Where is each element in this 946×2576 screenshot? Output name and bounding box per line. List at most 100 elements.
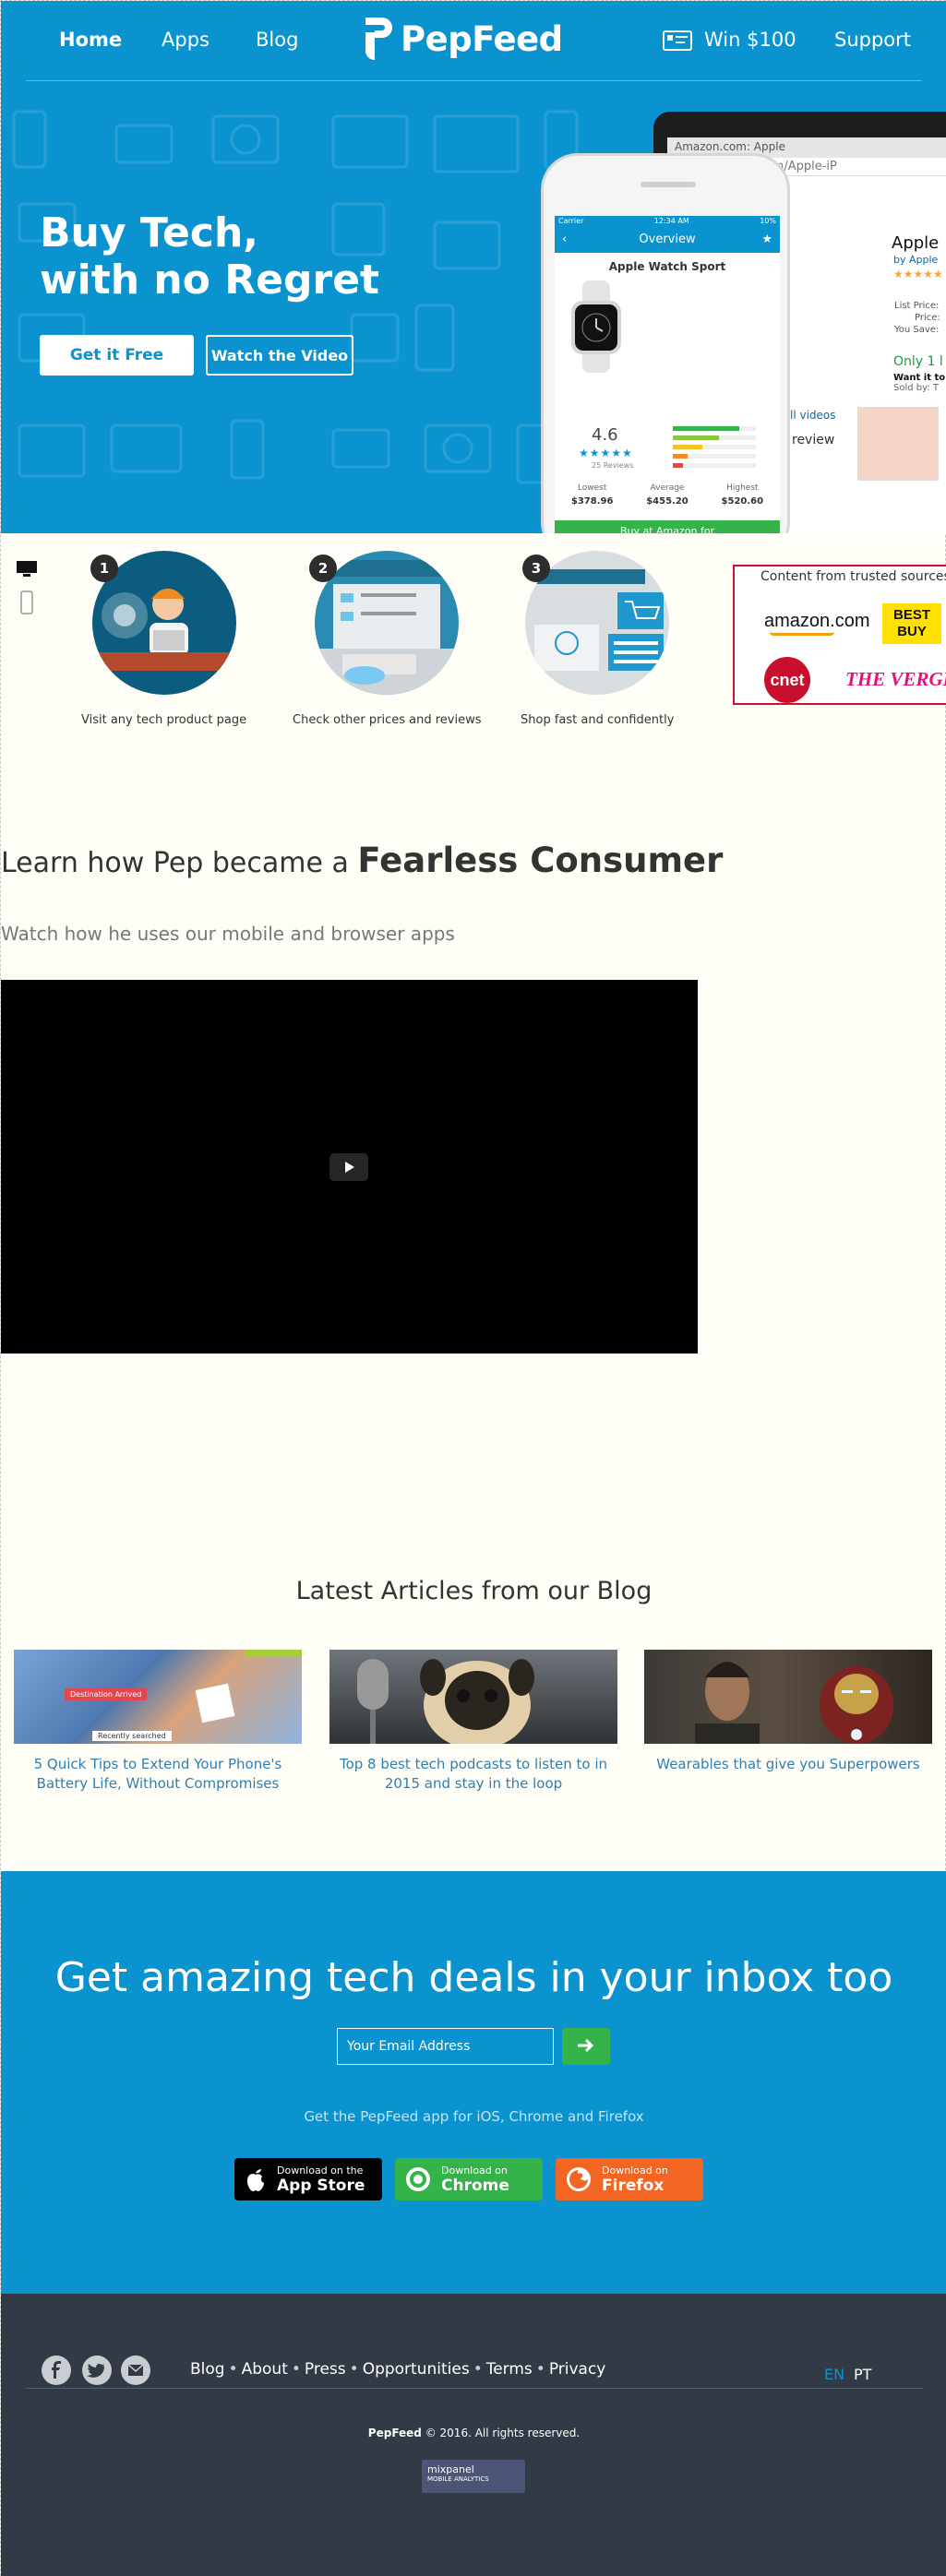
- bestbuy-logo: BEST BUY: [882, 603, 941, 644]
- mixpanel-name: mixpanel: [427, 2463, 474, 2475]
- amazon-logo: amazon.com: [764, 611, 870, 636]
- pug-with-microphone-image: [357, 1659, 534, 1744]
- step-1-label: Visit any tech product page: [81, 713, 247, 727]
- amazon-review-text: review: [792, 433, 835, 447]
- phone-price-columns: Lowest $378.96 Average $455.20 Highest $520…: [555, 483, 780, 507]
- nav-apps-link[interactable]: Apps: [162, 29, 210, 51]
- chrome-store-large: Chrome: [441, 2176, 509, 2195]
- chrome-icon: [406, 2167, 430, 2191]
- footer-blog-link[interactable]: Blog: [190, 2360, 225, 2379]
- footer-privacy-link[interactable]: Privacy: [549, 2360, 606, 2379]
- watch-video-button[interactable]: Watch the Video: [206, 335, 353, 376]
- play-button[interactable]: [329, 1153, 368, 1181]
- newsletter-section: Get amazing tech deals in your inbox too…: [1, 1871, 946, 2294]
- amazon-price-labels: List Price: Price: You Save:: [894, 300, 940, 336]
- phone-time: 12:34 AM: [653, 217, 689, 225]
- email-icon[interactable]: [121, 2355, 150, 2385]
- learn-heading: Learn how Pep became a Fearless Consumer: [1, 841, 723, 880]
- amazon-sold-by: Sold by: T: [893, 383, 939, 393]
- blog-article-1[interactable]: Destination Arrived Recently searched 5 …: [14, 1650, 302, 1794]
- cnet-logo: cnet: [764, 657, 810, 703]
- app-store-button[interactable]: Download on the App Store: [234, 2158, 382, 2200]
- rating-bar-5: [673, 426, 756, 431]
- arrow-right-icon: [578, 2038, 594, 2052]
- article-2-caption[interactable]: Top 8 best tech podcasts to listen to in…: [329, 1755, 617, 1794]
- app-store-large: App Store: [277, 2176, 365, 2195]
- amazon-want: Want it to Sold by: T: [893, 373, 945, 393]
- video-player[interactable]: [1, 980, 698, 1354]
- article-2-image[interactable]: [329, 1650, 617, 1744]
- pepfeed-logo[interactable]: PepFeed: [362, 16, 563, 62]
- firefox-icon: [567, 2167, 591, 2191]
- nav-support-link[interactable]: Support: [834, 29, 911, 51]
- article-1-caption[interactable]: 5 Quick Tips to Extend Your Phone's Batt…: [14, 1755, 302, 1794]
- nav-home-link[interactable]: Home: [59, 29, 122, 51]
- amazon-by: by Apple: [893, 254, 939, 266]
- mobile-icon[interactable]: [16, 590, 38, 617]
- star-icon: ★: [761, 233, 772, 246]
- blog-heading: Latest Articles from our Blog: [295, 1577, 653, 1605]
- footer: Blog • About • Press • Opportunities • Terms • Pri…: [1, 2294, 946, 2576]
- phone-header: ‹ Overview ★: [555, 227, 780, 253]
- article-3-caption[interactable]: Wearables that give you Superpowers: [644, 1755, 932, 1774]
- firefox-store-button[interactable]: Download on Firefox: [556, 2158, 703, 2200]
- pepfeed-logo-icon: [365, 18, 392, 60]
- lang-en-link[interactable]: EN: [824, 2366, 844, 2383]
- top-nav: Home Apps Blog PepFeed Win $100 Support: [26, 1, 922, 81]
- footer-terms-link[interactable]: Terms: [486, 2360, 533, 2379]
- article-1-image[interactable]: Destination Arrived Recently searched: [14, 1650, 302, 1744]
- copyright-text: © 2016. All rights reserved.: [421, 2427, 581, 2439]
- article-3-image[interactable]: [644, 1650, 932, 1744]
- footer-divider: [26, 2388, 923, 2389]
- blog-article-3[interactable]: Wearables that give you Superpowers: [644, 1650, 932, 1774]
- learn-heading-bold: Fearless Consumer: [357, 841, 724, 880]
- amazon-smile-icon: [770, 632, 834, 636]
- article-1-card: [195, 1683, 235, 1723]
- facebook-icon[interactable]: [42, 2355, 71, 2385]
- twitter-icon[interactable]: [82, 2355, 112, 2385]
- phone-carrier: Carrier: [558, 217, 584, 225]
- desktop-icon[interactable]: [16, 560, 38, 578]
- ticket-icon: [663, 30, 692, 51]
- footer-press-link[interactable]: Press: [305, 2360, 346, 2379]
- step-3-label: Shop fast and confidently: [521, 713, 675, 727]
- subscribe-button[interactable]: [562, 2028, 610, 2065]
- brand-name: PepFeed: [401, 18, 563, 59]
- nav-blog-link[interactable]: Blog: [256, 29, 298, 51]
- mixpanel-badge[interactable]: mixpanel MOBILE ANALYTICS: [422, 2460, 525, 2493]
- browser-compare-image: [315, 560, 460, 695]
- step-1-number: 1: [90, 555, 118, 582]
- chrome-store-button[interactable]: Download on Chrome: [395, 2158, 543, 2200]
- email-input[interactable]: [337, 2028, 554, 2065]
- amazon-product-title: Apple: [892, 233, 940, 253]
- amazon-want-text: Want it to: [893, 373, 946, 383]
- phone-screen: Carrier 12:34 AM 10% ‹ Overview ★ Apple …: [555, 216, 780, 533]
- step-3-number: 3: [522, 555, 550, 582]
- chrome-store-small: Download on: [441, 2164, 508, 2176]
- rating-bar-1: [673, 463, 756, 468]
- step-2-illustration: [315, 551, 460, 695]
- amazon-save-label: You Save:: [894, 325, 940, 335]
- price-average: Average $455.20: [646, 483, 689, 507]
- copyright: PepFeed © 2016. All rights reserved.: [1, 2427, 946, 2439]
- amazon-videos-link: ll videos: [790, 409, 836, 422]
- footer-opportunities-link[interactable]: Opportunities: [363, 2360, 470, 2379]
- step-2: 2 Check other prices and reviews: [293, 551, 482, 727]
- blog-article-2[interactable]: Top 8 best tech podcasts to listen to in…: [329, 1650, 617, 1794]
- trusted-sources-box: Content from trusted sources amazon.com …: [733, 565, 946, 705]
- rating-bar-3: [673, 445, 756, 449]
- phone-battery: 10%: [760, 217, 776, 225]
- nav-win-link[interactable]: Win $100: [704, 29, 796, 51]
- lang-pt-link[interactable]: PT: [854, 2366, 871, 2383]
- bestbuy-logo-text: BEST BUY: [892, 607, 930, 639]
- phone-reviews-count: 25 Reviews: [592, 461, 634, 470]
- footer-about-link[interactable]: About: [242, 2360, 288, 2379]
- footer-links: Blog • About • Press • Opportunities • Terms • Pri…: [190, 2360, 606, 2379]
- learn-subheading: Watch how he uses our mobile and browser…: [1, 923, 455, 945]
- amazon-logo-text: amazon.com: [764, 611, 870, 631]
- get-it-free-button[interactable]: Get it Free: [40, 335, 194, 376]
- learn-heading-plain: Learn how Pep became a: [1, 847, 358, 879]
- app-store-small: Download on the: [277, 2164, 364, 2176]
- article-1-search-chip: Recently searched: [92, 1731, 172, 1741]
- browser-tab-title: Amazon.com: Apple: [675, 140, 785, 153]
